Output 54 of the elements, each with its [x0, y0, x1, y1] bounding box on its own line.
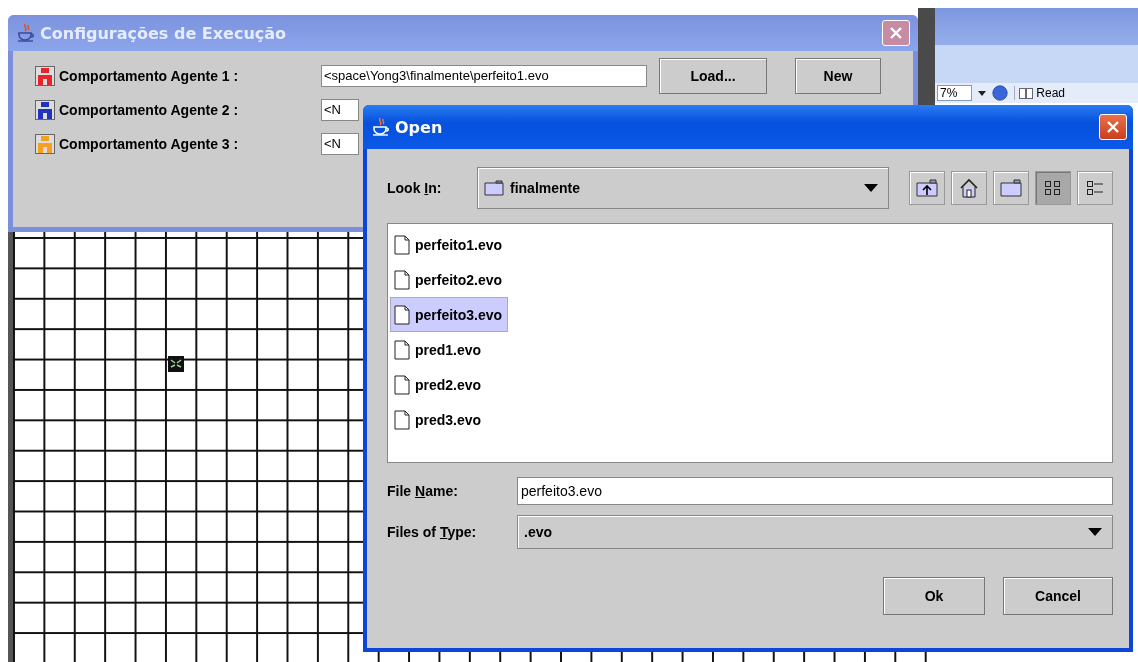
- ok-button[interactable]: Ok: [883, 577, 985, 615]
- agent-label: Comportamento Agente 2 :: [59, 102, 240, 118]
- folder-up-icon: [916, 179, 938, 197]
- agent-label: Comportamento Agente 1 :: [59, 68, 240, 84]
- look-in-dropdown[interactable]: finalmente: [477, 167, 889, 209]
- file-path-field[interactable]: <space\Yong3\finalmente\perfeito1.evo: [321, 65, 647, 87]
- folder-icon: [484, 180, 504, 196]
- document-icon: [394, 269, 410, 290]
- new-folder-button[interactable]: [993, 171, 1029, 205]
- help-icon[interactable]: [992, 85, 1009, 101]
- caret-icon: [864, 184, 878, 192]
- close-icon: [889, 26, 903, 40]
- file-type-dropdown[interactable]: .evo: [517, 515, 1113, 549]
- close-button[interactable]: [1099, 114, 1127, 140]
- up-folder-button[interactable]: [909, 171, 945, 205]
- coffee-cup-icon: [371, 117, 391, 137]
- read-button[interactable]: Read: [1014, 86, 1070, 100]
- look-in-label: Look In:: [387, 180, 443, 196]
- file-path-field[interactable]: <N: [321, 99, 359, 121]
- file-name-field[interactable]: perfeito3.evo: [517, 477, 1113, 505]
- cancel-button[interactable]: Cancel: [1003, 577, 1113, 615]
- file-item[interactable]: perfeito1.evo: [390, 227, 509, 262]
- files-of-type-label: Files of Type:: [387, 524, 478, 540]
- agent-icon: [168, 356, 184, 372]
- document-icon: [394, 234, 410, 255]
- agent-label: Comportamento Agente 3 :: [59, 136, 240, 152]
- folder-icon: [1000, 179, 1022, 197]
- home-button[interactable]: [951, 171, 987, 205]
- document-icon: [394, 409, 410, 430]
- details-view-icon: [1085, 178, 1105, 198]
- file-item[interactable]: pred1.evo: [390, 332, 488, 367]
- file-path-field[interactable]: <N: [321, 133, 359, 155]
- dialog-title: Open: [395, 117, 444, 137]
- document-icon: [394, 304, 410, 325]
- document-icon: [394, 339, 410, 360]
- file-name-label: File Name:: [387, 483, 459, 499]
- window-title: Configurações de Execução: [40, 23, 288, 43]
- load-button[interactable]: Load...: [659, 58, 767, 94]
- file-item[interactable]: pred3.evo: [390, 402, 488, 437]
- file-item[interactable]: pred2.evo: [390, 367, 488, 402]
- file-item[interactable]: perfeito2.evo: [390, 262, 509, 297]
- caret-icon: [1088, 528, 1102, 536]
- zoom-field[interactable]: 7%: [937, 85, 973, 101]
- file-item[interactable]: perfeito3.evo: [390, 297, 509, 332]
- new-button[interactable]: New: [795, 58, 881, 94]
- home-icon: [959, 178, 979, 198]
- details-view-button[interactable]: [1077, 171, 1113, 205]
- coffee-cup-icon: [16, 23, 36, 43]
- list-view-icon: [1043, 178, 1063, 198]
- list-view-button[interactable]: [1035, 171, 1071, 205]
- caret-icon[interactable]: [978, 90, 987, 96]
- document-icon: [394, 374, 410, 395]
- book-icon: [1019, 87, 1034, 99]
- close-icon: [1106, 120, 1120, 134]
